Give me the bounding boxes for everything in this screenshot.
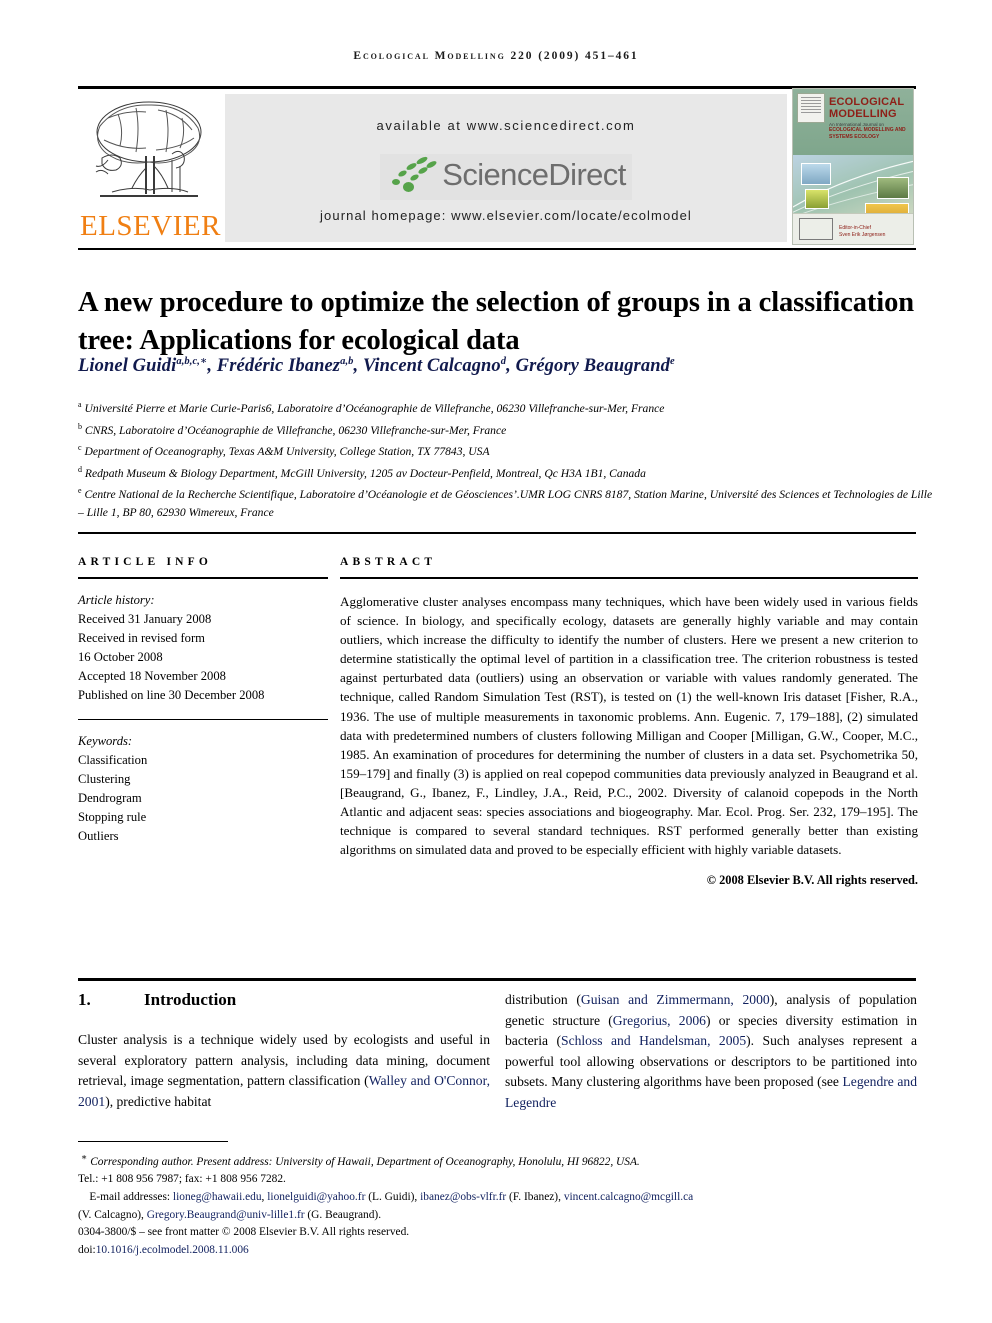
email-owner-3: (V. Calcagno), (78, 1208, 147, 1221)
sciencedirect-band: available at www.sciencedirect.com Scien… (225, 94, 787, 242)
journal-homepage-text: journal homepage: www.elsevier.com/locat… (320, 208, 692, 223)
sciencedirect-wordmark: ScienceDirect (442, 157, 626, 192)
cover-elsevier-imprint-icon (797, 93, 825, 123)
email-ibanez[interactable]: ibanez@obs-vlfr.fr (420, 1191, 506, 1203)
article-history: Article history: Received 31 January 200… (78, 591, 328, 704)
keyword-item: Stopping rule (78, 810, 147, 825)
footnote-rule (78, 1141, 228, 1142)
history-item: Published on line 30 December 2008 (78, 687, 265, 702)
running-head: Ecological Modelling 220 (2009) 451–461 (353, 50, 639, 62)
cover-thumb-butterfly (805, 189, 829, 209)
affiliation-rule (78, 532, 916, 534)
history-item: Received in revised form (78, 630, 205, 645)
keywords-label: Keywords: (78, 734, 133, 749)
doi-label: doi: (78, 1243, 96, 1256)
doi-line: doi:10.1016/j.ecolmodel.2008.11.006 (78, 1242, 934, 1260)
page-title: A new procedure to optimize the selectio… (78, 287, 914, 357)
intro-text-3: distribution ( (505, 992, 581, 1007)
email-owner-2: (F. Ibanez), (506, 1190, 564, 1203)
article-info-rule (78, 577, 328, 579)
article-history-label: Article history: (78, 593, 155, 607)
keyword-item: Clustering (78, 772, 131, 787)
affiliation-item: c Department of Oceanography, Texas A&M … (78, 443, 490, 458)
keywords-block: Keywords: Classification Clustering Dend… (78, 732, 328, 845)
introduction-paragraph-right: distribution (Guisan and Zimmermann, 200… (505, 990, 917, 1114)
intro-text-2: ), predictive habitat (105, 1093, 212, 1109)
sciencedirect-dots-icon (386, 154, 442, 196)
keyword-item: Outliers (78, 828, 119, 843)
corresponding-author-text: Corresponding author. Present address: U… (90, 1155, 640, 1168)
elsevier-wordmark: ELSEVIER (80, 210, 221, 242)
introduction-heading: 1. Introduction (78, 990, 490, 1010)
affiliation-list: a Université Pierre et Marie Curie-Paris… (78, 396, 934, 522)
introduction-column-left: 1. Introduction Cluster analysis is a tec… (78, 990, 490, 1112)
author-list: Lionel Guidia,b,c,∗, Frédéric Ibaneza,b,… (78, 356, 675, 377)
citation-gregorius[interactable]: Gregorius, 2006 (613, 1013, 706, 1028)
abstract-copyright: © 2008 Elsevier B.V. All rights reserved… (706, 873, 918, 888)
article-info-heading: article info (78, 556, 213, 568)
email-owner-4: (G. Beaugrand). (304, 1208, 382, 1221)
history-item: Received 31 January 2008 (78, 611, 212, 626)
masthead: ELSEVIER available at www.sciencedirect.… (78, 86, 916, 250)
corresponding-marker: ∗ (80, 1153, 88, 1163)
affiliation-item: a Université Pierre et Marie Curie-Paris… (78, 400, 665, 415)
keyword-item: Dendrogram (78, 791, 142, 806)
journal-cover-thumbnail: ECOLOGICAL MODELLING An International Jo… (792, 88, 914, 245)
abstract-block: abstract Agglomerative cluster analyses … (340, 556, 918, 888)
email-calcagno[interactable]: vincent.calcagno@mcgill.ca (564, 1191, 693, 1203)
citation-schloss-handelsman[interactable]: Schloss and Handelsman, 2005 (561, 1033, 746, 1048)
abstract-heading: abstract (340, 556, 437, 568)
keyword-item: Classification (78, 753, 148, 768)
abstract-text: Agglomerative cluster analyses encompass… (340, 594, 918, 858)
affiliation-item: d Redpath Museum & Biology Department, M… (78, 464, 646, 480)
keywords-rule (78, 719, 328, 721)
email-addresses: E-mail addresses: lioneg@hawaii.edu, lio… (89, 1190, 694, 1203)
cover-title: ECOLOGICAL MODELLING (829, 96, 905, 120)
email-guidi-yahoo[interactable]: lionelguidi@yahoo.fr (267, 1191, 365, 1203)
citation-guisan-zimmermann[interactable]: Guisan and Zimmermann, 2000 (581, 992, 770, 1007)
email-label: E-mail addresses: (89, 1190, 171, 1203)
email-guidi-hawaii[interactable]: lioneg@hawaii.edu (173, 1191, 262, 1203)
journal-article-first-page: Ecological Modelling 220 (2009) 451–461 (0, 0, 992, 1323)
introduction-column-right: distribution (Guisan and Zimmermann, 200… (505, 990, 917, 1114)
masthead-bottom-rule (78, 248, 916, 250)
cover-thumb-glacier (801, 163, 831, 185)
introduction-paragraph-left: Cluster analysis is a technique widely u… (78, 1030, 490, 1112)
contact-tel-fax: Tel.: +1 808 956 7987; fax: +1 808 956 7… (78, 1173, 286, 1186)
abstract-rule (340, 577, 918, 579)
affiliation-item: e Centre National de la Recherche Scient… (78, 486, 933, 519)
email-beaugrand[interactable]: Gregory.Beaugrand@univ-lille1.fr (147, 1209, 305, 1221)
masthead-top-rule (78, 86, 916, 89)
history-item: Accepted 18 November 2008 (78, 668, 226, 683)
cover-thumb-forest (877, 177, 909, 199)
article-info-block: article info Article history: Received 3… (78, 556, 328, 846)
affiliation-item: b CNRS, Laboratoire d’Océanographie de V… (78, 421, 507, 437)
issn-front-matter: 0304-3800/$ – see front matter © 2008 El… (78, 1226, 410, 1239)
corresponding-author-note: ∗ Corresponding author. Present address:… (78, 1150, 934, 1171)
introduction-rule (78, 978, 916, 981)
doi-value[interactable]: 10.1016/j.ecolmodel.2008.11.006 (96, 1244, 249, 1256)
history-item: 16 October 2008 (78, 649, 163, 664)
footnote-block: ∗ Corresponding author. Present address:… (78, 1150, 934, 1259)
sciencedirect-logo: ScienceDirect (225, 154, 787, 200)
cover-society-logo (799, 218, 833, 240)
cover-editor: Editor-in-Chief Sven Erik Jørgensen (839, 225, 886, 238)
section-title: Introduction (144, 990, 237, 1009)
email-owner-1: (L. Guidi), (365, 1190, 421, 1203)
cover-subtitle: An International Journal on ECOLOGICAL M… (829, 122, 906, 140)
elsevier-tree-icon (95, 101, 202, 197)
section-number: 1. (78, 990, 91, 1009)
email-addresses-cont: (V. Calcagno), Gregory.Beaugrand@univ-li… (78, 1207, 934, 1225)
available-at-text: available at www.sciencedirect.com (376, 118, 636, 133)
elsevier-logo: ELSEVIER (80, 94, 220, 244)
